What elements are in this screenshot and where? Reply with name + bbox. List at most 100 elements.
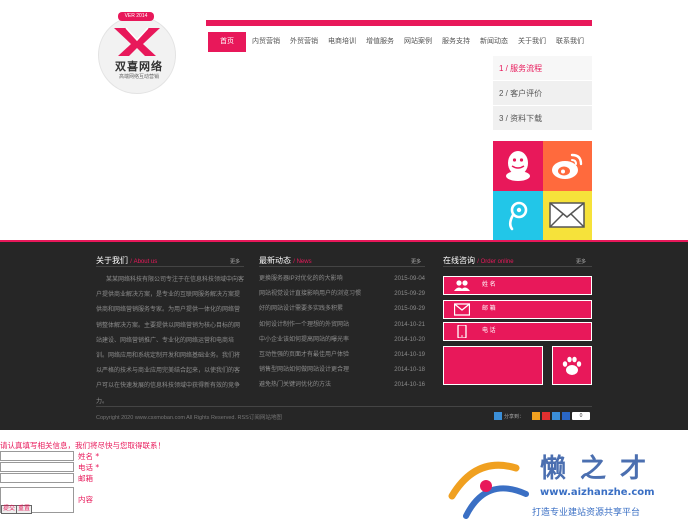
paw-tile[interactable] bbox=[552, 346, 592, 385]
nav-item-value-added[interactable]: 增值服务 bbox=[362, 32, 398, 52]
mail-icon bbox=[549, 202, 585, 228]
news-title-text: 最新动态 bbox=[259, 256, 291, 265]
news-list: 更换服务器IP对优化的的大影响 2015-09-04 网站视觉设计直接影响用户的浏… bbox=[259, 272, 425, 394]
nav-item-news[interactable]: 新闻动态 bbox=[476, 32, 512, 52]
news-item-title[interactable]: 更换服务器IP对优化的的大影响 bbox=[259, 272, 343, 287]
share-plus-icon[interactable] bbox=[494, 412, 502, 420]
news-item-date: 2014-10-18 bbox=[394, 367, 425, 374]
phone-label: 电话 * bbox=[78, 463, 100, 472]
copyright: Copyright 2020 www.csxmoban.com All Righ… bbox=[96, 415, 282, 421]
news-item[interactable]: 好的网站设计需要多实践多积累 2015-09-29 bbox=[259, 302, 425, 317]
nav-item-home[interactable]: 首页 bbox=[208, 32, 246, 52]
nav-item-foreign-marketing[interactable]: 外贸营销 bbox=[286, 32, 322, 52]
tencent-weibo-tile[interactable] bbox=[493, 190, 543, 240]
side-item-downloads[interactable]: 3 / 资料下载 bbox=[493, 106, 592, 131]
contact-name-button[interactable]: 姓 名 bbox=[443, 276, 592, 295]
email-label: 邮箱 bbox=[78, 474, 93, 483]
news-title: 最新动态 / News bbox=[259, 255, 312, 266]
nav-item-support[interactable]: 服务支持 bbox=[438, 32, 474, 52]
online-title-en: / Order online bbox=[477, 259, 514, 265]
news-item-title[interactable]: 销售型网站如何做网站设计更合理 bbox=[259, 363, 349, 378]
share-count: 0 bbox=[572, 412, 591, 420]
contact-phone-button[interactable]: 电 话 bbox=[443, 322, 592, 341]
news-item-title[interactable]: 互动性强的页面才有最佳用户体验 bbox=[259, 348, 349, 363]
about-title-text: 关于我们 bbox=[96, 256, 128, 265]
logo-tagline: 高端网络互动营销 bbox=[118, 74, 159, 80]
about-more-link[interactable]: 更多 bbox=[230, 258, 240, 265]
news-item-date: 2014-10-19 bbox=[394, 351, 425, 358]
news-item-date: 2015-09-29 bbox=[394, 306, 425, 313]
news-item[interactable]: 销售型网站如何做网站设计更合理 2014-10-18 bbox=[259, 363, 425, 378]
online-divider bbox=[443, 266, 592, 267]
news-item-date: 2014-10-20 bbox=[394, 336, 425, 343]
watermark-tagline: 打造专业建站资源共享平台 bbox=[532, 508, 641, 518]
contact-email-label: 邮 箱 bbox=[482, 306, 496, 312]
logo-mark-icon bbox=[114, 27, 160, 56]
contact-email-button[interactable]: 邮 箱 bbox=[443, 300, 592, 319]
share-tqq-icon[interactable] bbox=[552, 412, 561, 420]
phone-input[interactable] bbox=[0, 462, 74, 472]
watermark-url: www.aizhanzhe.com bbox=[540, 487, 655, 498]
social-tiles bbox=[493, 141, 592, 240]
news-item[interactable]: 避免热门关键词优化的方法 2014-10-16 bbox=[259, 378, 425, 393]
nav-item-about[interactable]: 关于我们 bbox=[514, 32, 550, 52]
share-bar: 分享到： 0 bbox=[494, 411, 591, 421]
name-label: 姓名 * bbox=[78, 452, 100, 461]
paw-icon bbox=[562, 356, 582, 375]
email-input[interactable] bbox=[0, 473, 74, 483]
qq-tile[interactable] bbox=[493, 141, 543, 191]
about-title: 关于我们 / About us bbox=[96, 255, 157, 266]
name-input[interactable] bbox=[0, 451, 74, 461]
news-item-title[interactable]: 好的网站设计需要多实践多积累 bbox=[259, 302, 343, 317]
online-more-link[interactable]: 更多 bbox=[576, 258, 586, 265]
share-renren-icon[interactable] bbox=[562, 412, 571, 420]
about-text: 某某网络科技有限公司专注于在信息科技领域中向客户提供商业解决方案，是专业的互联网… bbox=[96, 277, 245, 405]
online-title: 在线咨询 / Order online bbox=[443, 255, 514, 266]
footer-divider bbox=[96, 406, 592, 407]
logo-name: 双喜网络 bbox=[115, 61, 163, 73]
nav-item-domestic-marketing[interactable]: 内贸营销 bbox=[248, 32, 284, 52]
news-item-date: 2014-10-21 bbox=[394, 321, 425, 328]
about-title-en: / About us bbox=[130, 259, 158, 265]
mail-tile[interactable] bbox=[542, 190, 592, 240]
nav-item-cases[interactable]: 网站案例 bbox=[400, 32, 436, 52]
news-item[interactable]: 互动性强的页面才有最佳用户体验 2014-10-19 bbox=[259, 348, 425, 363]
news-item[interactable]: 更换服务器IP对优化的的大影响 2015-09-04 bbox=[259, 272, 425, 287]
contact-info-box bbox=[443, 346, 543, 385]
news-item-date: 2015-09-04 bbox=[394, 276, 425, 282]
about-divider bbox=[96, 266, 244, 267]
news-item[interactable]: 如何设计制作一个理想的外贸网站 2014-10-21 bbox=[259, 318, 425, 333]
online-title-text: 在线咨询 bbox=[443, 256, 475, 265]
phone-icon bbox=[457, 325, 467, 338]
news-more-link[interactable]: 更多 bbox=[411, 258, 421, 265]
news-item[interactable]: 网站视觉设计直接影响用户的浏览习惯 2015-09-29 bbox=[259, 287, 425, 302]
news-item-title[interactable]: 网站视觉设计直接影响用户的浏览习惯 bbox=[259, 287, 361, 302]
news-title-en: / News bbox=[293, 259, 312, 265]
form-heading: 请认真填写相关信息，我们将尽快与您取得联系！ bbox=[0, 441, 165, 450]
share-qzone-icon[interactable] bbox=[532, 412, 541, 420]
side-item-service-process[interactable]: 1 / 服务流程 bbox=[493, 56, 592, 81]
nav-item-ecommerce-training[interactable]: 电商培训 bbox=[324, 32, 360, 52]
nav-item-contact[interactable]: 联系我们 bbox=[552, 32, 588, 52]
news-item-date: 2014-10-16 bbox=[394, 382, 425, 389]
news-item-date: 2015-09-29 bbox=[394, 291, 425, 298]
weibo-icon bbox=[552, 153, 583, 179]
news-item-title[interactable]: 如何设计制作一个理想的外贸网站 bbox=[259, 318, 349, 333]
side-item-reviews[interactable]: 2 / 客户评价 bbox=[493, 81, 592, 106]
mail-icon bbox=[454, 303, 470, 316]
share-weibo-icon[interactable] bbox=[542, 412, 551, 420]
news-item[interactable]: 中小企业该如何提高网站的曝光率 2014-10-20 bbox=[259, 333, 425, 348]
site-logo[interactable]: VER 2014 双喜网络 高端网络互动营销 bbox=[98, 8, 178, 100]
news-item-title[interactable]: 避免热门关键词优化的方法 bbox=[259, 378, 331, 393]
submit-button[interactable]: 提交 bbox=[1, 505, 18, 514]
reset-button[interactable]: 重置 bbox=[16, 505, 33, 514]
weibo-tile[interactable] bbox=[542, 141, 592, 191]
watermark-title: 懒之才 bbox=[540, 454, 661, 484]
people-icon bbox=[454, 280, 470, 291]
main-nav: 首页 内贸营销 外贸营销 电商培训 增值服务 网站案例 服务支持 新闻动态 关于… bbox=[206, 20, 592, 52]
side-menu: 1 / 服务流程 2 / 客户评价 3 / 资料下载 bbox=[493, 56, 592, 131]
news-item-title[interactable]: 中小企业该如何提高网站的曝光率 bbox=[259, 333, 349, 348]
content-label: 内容 bbox=[78, 495, 93, 504]
logo-version: VER 2014 bbox=[118, 12, 154, 21]
tencent-weibo-icon bbox=[508, 201, 528, 231]
